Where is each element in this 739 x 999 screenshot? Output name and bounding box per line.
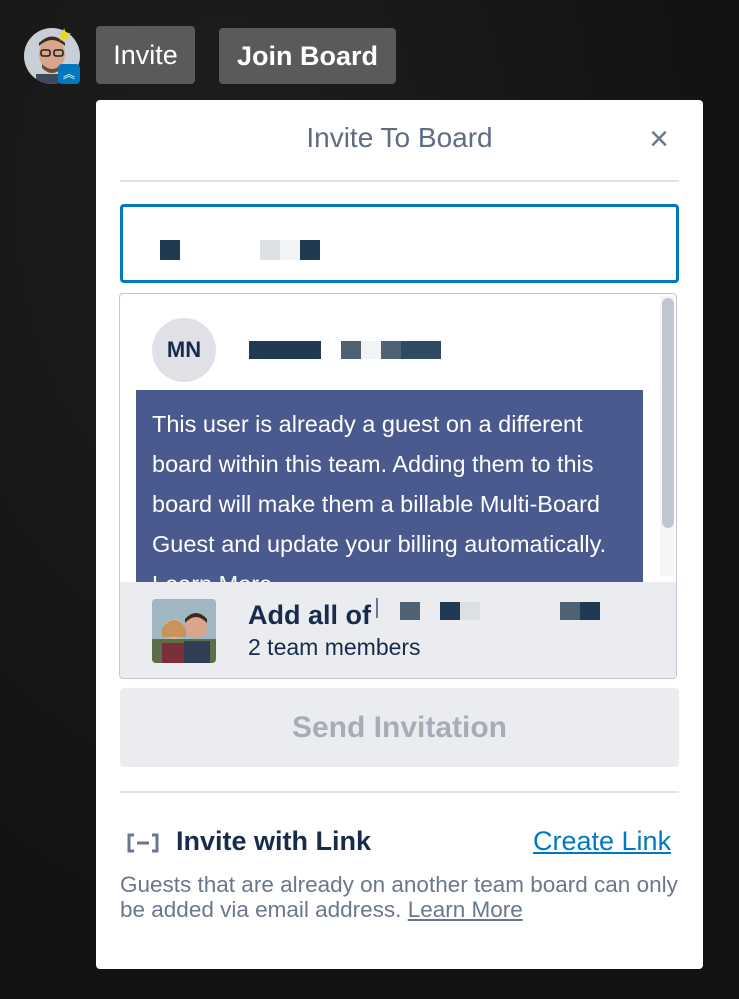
redacted-name — [401, 341, 441, 359]
member-avatar[interactable]: MN — [152, 318, 216, 382]
redacted-text — [280, 240, 300, 260]
redacted-team-name — [580, 602, 600, 620]
invite-button[interactable]: Invite — [96, 26, 195, 84]
redacted-team-name — [400, 602, 420, 620]
redacted-name — [249, 341, 321, 359]
invite-search-input[interactable] — [120, 204, 679, 283]
redacted-text — [260, 240, 280, 260]
create-link-link[interactable]: Create Link — [533, 826, 671, 857]
send-invitation-button[interactable]: Send Invitation — [120, 688, 679, 767]
join-board-button[interactable]: Join Board — [219, 28, 396, 84]
admin-chevrons-icon: ︽ — [58, 64, 80, 84]
close-icon[interactable]: × — [644, 120, 674, 158]
redacted-team-name — [376, 598, 378, 618]
redacted-team-name — [460, 602, 480, 620]
team-photo — [152, 599, 216, 663]
divider — [120, 791, 679, 793]
redacted-text — [160, 240, 180, 260]
invite-with-link-label: Invite with Link — [176, 826, 372, 856]
redacted-name — [341, 341, 361, 359]
link-help-text: Guests that are already on another team … — [120, 872, 685, 922]
redacted-team-name — [440, 602, 460, 620]
search-results-dropdown: MN This user is already a guest on a dif… — [119, 293, 677, 679]
redacted-name — [381, 341, 401, 359]
team-photo-image — [152, 599, 216, 663]
redacted-name — [361, 341, 381, 359]
link-icon — [127, 833, 159, 853]
divider — [120, 180, 679, 182]
link-help-message: Guests that are already on another team … — [120, 872, 678, 922]
redacted-team-name — [560, 602, 580, 620]
billing-warning: This user is already a guest on a differ… — [136, 390, 643, 590]
popover-title: Invite To Board — [306, 122, 493, 153]
add-team-suggestion[interactable]: Add all of 2 team members — [120, 582, 676, 678]
team-suggestion-title: Add all of — [248, 600, 371, 630]
scrollbar-thumb[interactable] — [662, 298, 674, 528]
team-member-count: 2 team members — [248, 634, 421, 660]
star-icon: ★ — [56, 25, 73, 45]
learn-more-link[interactable]: Learn More — [408, 897, 523, 922]
redacted-text — [300, 240, 320, 260]
